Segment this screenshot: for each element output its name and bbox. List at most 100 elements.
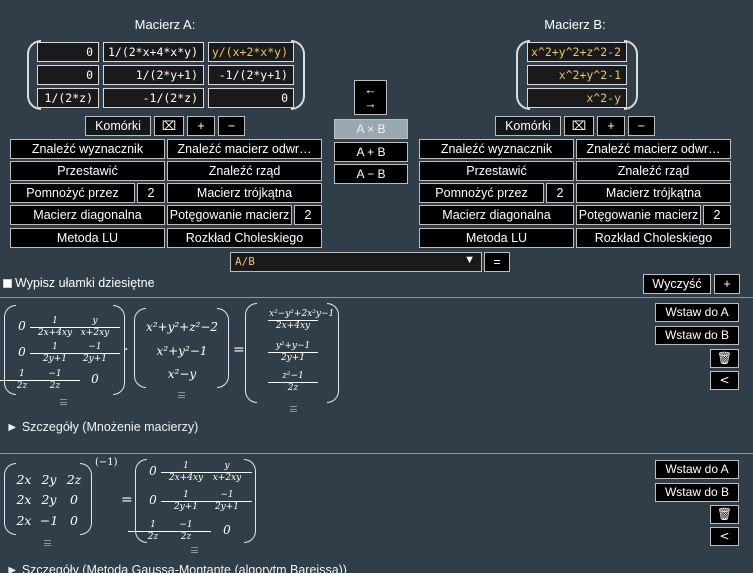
trash-icon: 🗑 — [716, 507, 733, 521]
matrix-b-remove-button[interactable]: − — [628, 116, 655, 136]
matrix-a-inverse-button[interactable]: Znaleźć macierz odwr… — [167, 139, 322, 159]
result2-left-entry: 0 — [70, 492, 78, 507]
matrix-b-determinant-button[interactable]: Znaleźć wyznacznik — [419, 139, 574, 159]
matrix-a-triangular-button[interactable]: Macierz trójkątna — [167, 183, 322, 203]
trash-icon: 🗑 — [716, 351, 733, 365]
expression-value: A/B — [235, 255, 255, 268]
matrix-b-title: Macierz B: — [544, 17, 606, 32]
matrix-b-transpose-button[interactable]: Przestawić — [419, 161, 574, 181]
matrix-a-cell[interactable]: y/(x+2*x*y) — [208, 42, 294, 62]
chevron-down-icon: ▼ — [464, 254, 475, 266]
matrix-a-multiply-button[interactable]: Pomnożyć przez — [10, 183, 135, 203]
matrix-b-power-button[interactable]: Potęgowanie macierz — [576, 205, 701, 225]
matrix-a-cell[interactable]: 1/(2*z) — [37, 88, 99, 108]
subtract-ab-button[interactable]: A − B — [334, 164, 408, 184]
share-result-button[interactable]: < — [710, 371, 739, 390]
multiply-ab-button[interactable]: A × B — [334, 119, 408, 139]
inverse-exponent: (−1) — [95, 457, 118, 468]
result1-left-entry: y x+2xy — [70, 316, 120, 339]
matrix-a-power-input[interactable]: 2 — [294, 205, 322, 225]
matrix-a-cell[interactable]: -1/(2*y+1) — [208, 65, 294, 85]
matrix-b-lu-button[interactable]: Metoda LU — [419, 228, 574, 248]
insert-to-a-button[interactable]: Wstaw do A — [655, 303, 739, 322]
decimals-checkbox[interactable] — [3, 279, 12, 288]
insert-to-b-button[interactable]: Wstaw do B — [655, 483, 739, 502]
insert-to-b-button[interactable]: Wstaw do B — [655, 326, 739, 345]
matrix-a-cholesky-button[interactable]: Rozkład Choleskiego — [167, 228, 322, 248]
matrix-a-title: Macierz A: — [134, 17, 196, 32]
matrix-a-cells-button[interactable]: Komórki — [85, 116, 151, 136]
matrix-b-multiply-input[interactable]: 2 — [546, 183, 574, 203]
matrix-a-transpose-button[interactable]: Przestawić — [10, 161, 165, 181]
matrix-a-cell[interactable]: 1/(2*y+1) — [103, 65, 204, 85]
matrix-a-cell[interactable]: -1/(2*z) — [103, 88, 204, 108]
matrix-b-cholesky-button[interactable]: Rozkład Choleskiego — [576, 228, 731, 248]
matrix-a-cell[interactable]: 0 — [37, 42, 99, 62]
result1-right-entry: y²+y−1 2y+1 — [268, 341, 318, 364]
matrix-b-rank-button[interactable]: Znaleźć rząd — [576, 161, 731, 181]
matrix-b-inverse-button[interactable]: Znaleźć macierz odwr… — [576, 139, 731, 159]
matrix-a-cell[interactable]: 0 — [208, 88, 294, 108]
expand-icon[interactable] — [178, 392, 185, 398]
matrix-a-lu-button[interactable]: Metoda LU — [10, 228, 165, 248]
matrix-b-cell[interactable]: x^2-y — [527, 88, 627, 108]
clear-results-button[interactable]: Wyczyść — [643, 274, 711, 294]
add-result-button[interactable]: + — [714, 274, 740, 294]
expand-icon[interactable] — [290, 406, 297, 412]
result1-right-entry: x²−y²+2x²y−1 2x+4xy — [268, 309, 335, 331]
delete-result-button[interactable]: 🗑 — [710, 349, 739, 368]
equals-sign: = — [121, 492, 133, 508]
insert-to-a-button[interactable]: Wstaw do A — [655, 460, 739, 479]
matrix-a-determinant-button[interactable]: Znaleźć wyznacznik — [10, 139, 165, 159]
result1-left-entry: −1 2z — [30, 369, 80, 392]
expression-select[interactable]: A/B ▼ — [230, 252, 482, 272]
result1-mid-entry: x²+y²+z²−2 — [145, 320, 219, 334]
result1-mid-entry: x²+y²−1 — [156, 344, 208, 358]
result1-right-paren-open — [245, 303, 257, 403]
result1-mid-entry: x²−y — [167, 367, 197, 381]
matrix-b-add-button[interactable]: + — [597, 116, 625, 136]
separator — [0, 453, 753, 454]
matrix-a-clear-icon[interactable]: ⌧ — [154, 116, 184, 136]
result1-left-entry: 0 — [91, 372, 99, 386]
matrix-b-cell[interactable]: x^2+y^2-1 — [527, 65, 627, 85]
decimals-label: Wypisz ułamki dziesiętne — [15, 276, 155, 290]
matrix-a-remove-button[interactable]: − — [218, 116, 245, 136]
result2-right-entry: −1 2z — [161, 520, 211, 543]
matrix-b-cell[interactable]: x^2+y^2+z^2-2 — [527, 42, 627, 62]
matrix-a-rank-button[interactable]: Znaleźć rząd — [167, 161, 322, 181]
expand-icon[interactable] — [191, 547, 198, 553]
result1-right-entry: z²−1 2z — [268, 371, 318, 394]
matrix-a-diagonal-button[interactable]: Macierz diagonalna — [10, 205, 165, 225]
matrix-a-add-button[interactable]: + — [187, 116, 215, 136]
matrix-b-triangular-button[interactable]: Macierz trójkątna — [576, 183, 731, 203]
arrow-right-icon: → — [364, 97, 377, 111]
dot-operator: · — [124, 342, 129, 358]
result2-left-entry: 0 — [70, 513, 78, 528]
matrix-b-diagonal-button[interactable]: Macierz diagonalna — [419, 205, 574, 225]
equals-sign: = — [233, 342, 245, 358]
matrix-a-multiply-input[interactable]: 2 — [137, 183, 165, 203]
matrix-b-cells-button[interactable]: Komórki — [495, 116, 561, 136]
expand-icon[interactable] — [44, 540, 51, 546]
matrix-b-clear-icon[interactable]: ⌧ — [564, 116, 594, 136]
swap-matrices-button[interactable]: ← → — [354, 80, 387, 115]
separator — [0, 297, 753, 298]
matrix-b-power-input[interactable]: 2 — [703, 205, 731, 225]
share-icon: < — [719, 373, 730, 387]
details-multiplication-link[interactable]: ► Szczegóły (Mnożenie macierzy) — [6, 420, 198, 434]
result2-right-entry: y x+2xy — [202, 461, 252, 484]
evaluate-button[interactable]: = — [484, 252, 510, 272]
details-gauss-link[interactable]: ► Szczegóły (Metoda Gaussa-Montante (alg… — [6, 563, 347, 573]
share-result-button[interactable]: < — [710, 527, 739, 546]
delete-result-button[interactable]: 🗑 — [710, 505, 739, 524]
matrix-a-cell[interactable]: 0 — [37, 65, 99, 85]
result2-left-entry: 2z — [66, 472, 82, 487]
result2-right-entry: 0 — [223, 523, 231, 537]
matrix-a-power-button[interactable]: Potęgowanie macierz — [167, 205, 292, 225]
matrix-b-multiply-button[interactable]: Pomnożyć przez — [419, 183, 544, 203]
share-icon: < — [719, 529, 730, 543]
expand-icon[interactable] — [60, 399, 67, 405]
matrix-a-cell[interactable]: 1/(2*x+4*x*y) — [103, 42, 204, 62]
add-ab-button[interactable]: A + B — [334, 142, 408, 162]
